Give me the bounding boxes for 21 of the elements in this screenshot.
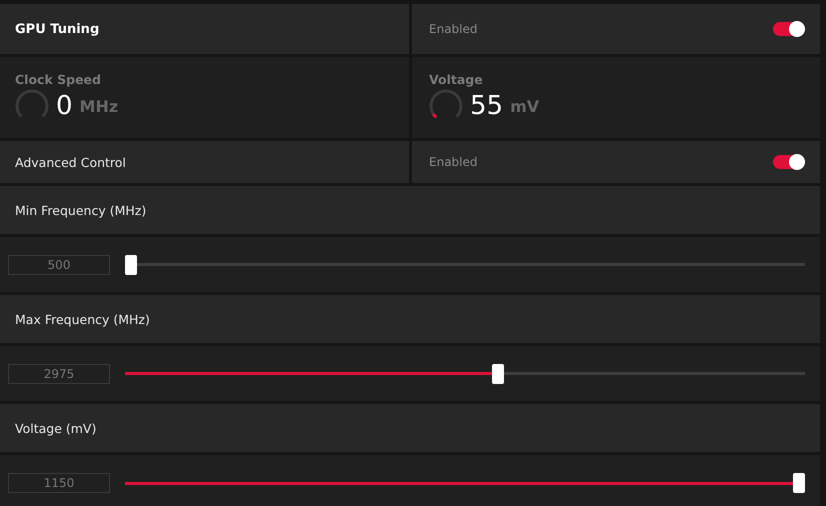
value-field[interactable]: 1150	[8, 473, 110, 493]
section-title: GPU Tuning	[15, 22, 100, 36]
gauge-value: 0	[56, 91, 73, 121]
slider-thumb[interactable]	[492, 364, 504, 384]
slider-thumb[interactable]	[125, 254, 137, 274]
status-text: Enabled	[429, 155, 478, 169]
gauge-value: 55	[470, 91, 504, 121]
slider-label: Voltage (mV)	[15, 420, 96, 436]
toggle-switch[interactable]	[773, 22, 805, 36]
gauge-unit: MHz	[80, 96, 118, 116]
gauge-unit: mV	[510, 96, 540, 116]
slider-label: Max Frequency (MHz)	[15, 312, 150, 326]
toggle-switch[interactable]	[773, 155, 805, 169]
gauge-label: Clock Speed	[15, 72, 101, 87]
value-field[interactable]: 2975	[8, 364, 110, 384]
setting-label: Advanced Control	[15, 154, 126, 170]
status-text: Enabled	[429, 22, 478, 36]
slider-thumb[interactable]	[793, 473, 805, 493]
slider-label: Min Frequency (MHz)	[15, 202, 146, 218]
gauge-label: Voltage	[429, 72, 483, 87]
value-field[interactable]: 500	[8, 254, 110, 274]
